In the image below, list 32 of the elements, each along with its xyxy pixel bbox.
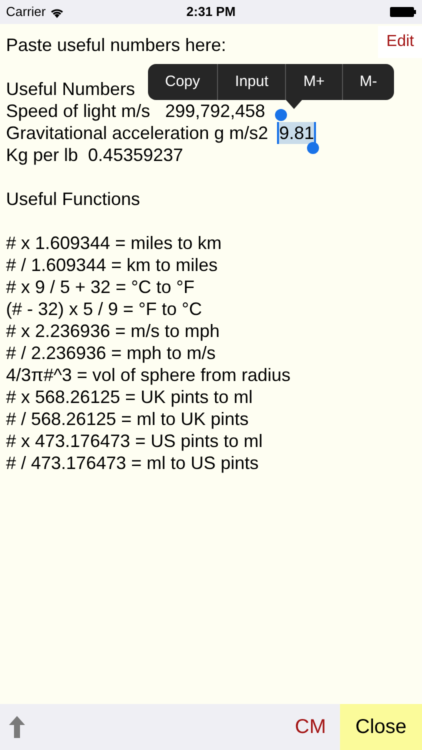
- text-line: (# - 32) x 5 / 9 = °F to °C: [6, 298, 202, 320]
- up-arrow-icon[interactable]: [9, 716, 25, 738]
- menu-pointer-icon: [286, 100, 302, 109]
- selected-text: 9.81: [277, 122, 316, 144]
- text-line: # / 568.26125 = ml to UK pints: [6, 408, 249, 430]
- text-line: Gravitational acceleration g m/s2: [6, 122, 268, 145]
- text-line: # x 473.176473 = US pints to ml: [6, 430, 263, 452]
- menu-item[interactable]: Input: [217, 64, 286, 100]
- text-line: Useful Functions: [6, 188, 140, 210]
- text-line: # x 568.26125 = UK pints to ml: [6, 386, 253, 408]
- selection-handle-icon: [275, 109, 287, 121]
- text-line: # x 9 / 5 + 32 = °C to °F: [6, 276, 194, 298]
- text-line: Speed of light m/s 299,792,458: [6, 100, 266, 122]
- edit-button[interactable]: Edit: [378, 26, 422, 58]
- text-line: # / 2.236936 = mph to m/s: [6, 342, 216, 364]
- text-line: # x 2.236936 = m/s to mph: [6, 320, 220, 342]
- text-line: Kg per lb 0.45359237: [6, 144, 184, 166]
- close-button[interactable]: Close: [340, 704, 422, 750]
- text-line: Paste useful numbers here:: [6, 34, 226, 56]
- cm-button[interactable]: CM: [280, 704, 340, 750]
- battery-icon: [390, 7, 416, 17]
- carrier-label: Carrier: [6, 3, 46, 22]
- status-time: 2:31 PM: [186, 3, 236, 22]
- menu-item[interactable]: Copy: [148, 64, 218, 100]
- wifi-icon: [50, 6, 64, 18]
- text-line: # / 473.176473 = ml to US pints: [6, 452, 259, 474]
- text-line: # x 1.609344 = miles to km: [6, 232, 222, 254]
- text-line: Useful Numbers: [6, 78, 136, 100]
- text-line: # / 1.609344 = km to miles: [6, 254, 218, 276]
- text-line: 4/3π#^3 = vol of sphere from radius: [6, 364, 291, 386]
- menu-item[interactable]: M-: [342, 64, 394, 100]
- selection-handle-icon: [307, 142, 319, 154]
